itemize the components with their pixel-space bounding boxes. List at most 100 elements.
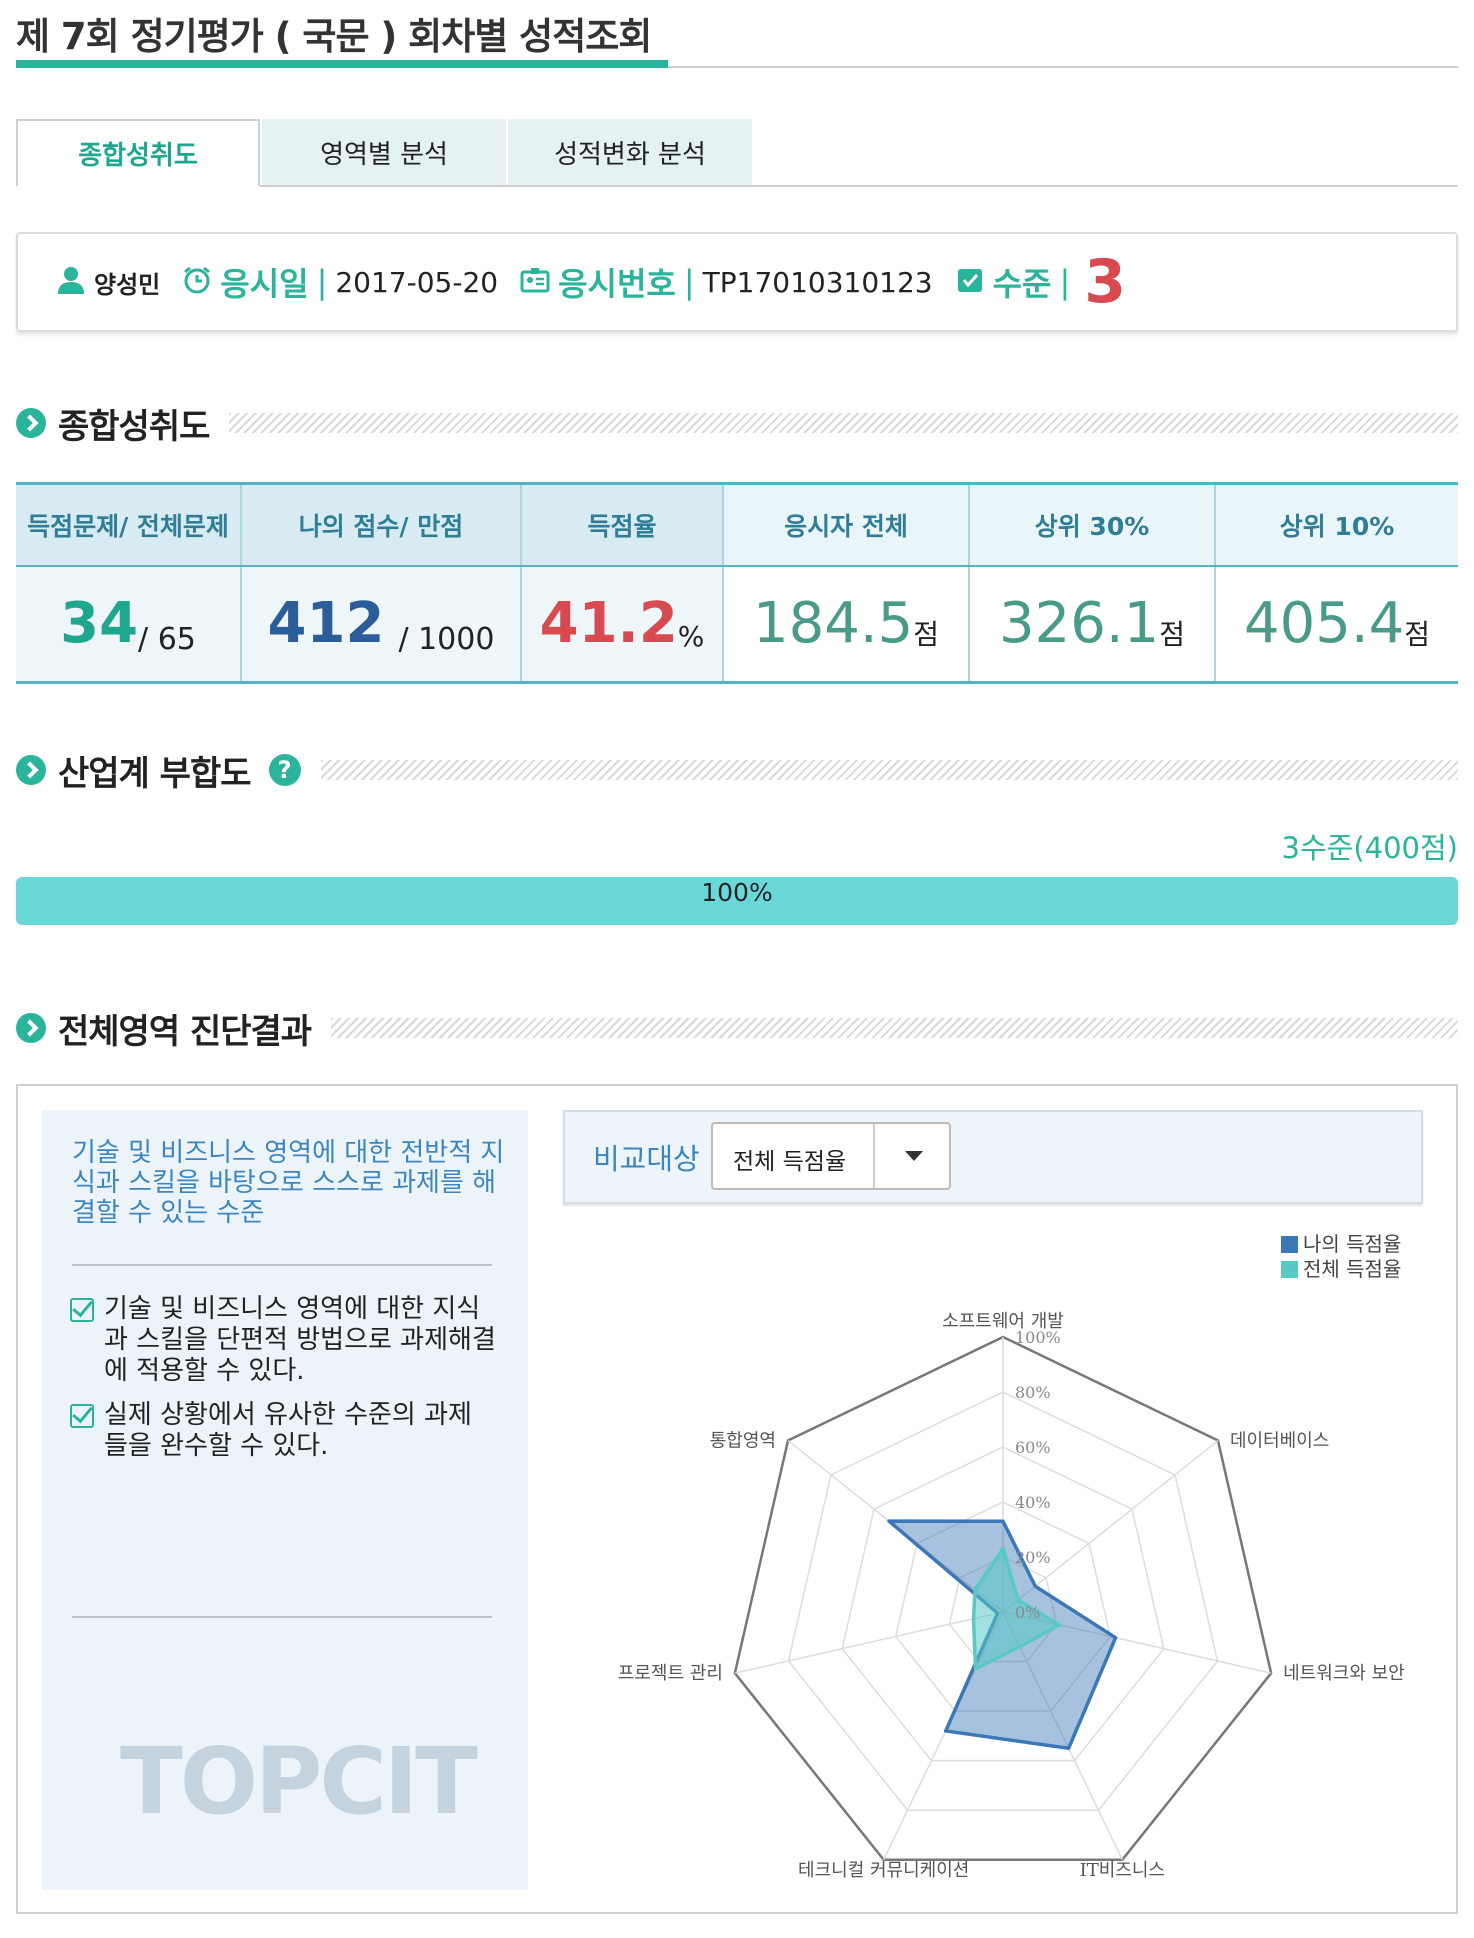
- separator: |: [316, 263, 328, 301]
- radar-spoke: [734, 1611, 1004, 1674]
- help-icon[interactable]: ?: [268, 754, 301, 786]
- cell-all-avg: 184.5 점: [722, 567, 968, 681]
- hatch-divider: [229, 413, 1458, 433]
- check-item: 기술 및 비즈니스 영역에 대한 지식과 스킬을 단편적 방법으로 과제해결에 …: [70, 1294, 500, 1387]
- cell-rate: 41.2 %: [520, 567, 722, 681]
- radar-tick-label: 60%: [1015, 1438, 1051, 1457]
- correct-count: 34: [60, 591, 139, 656]
- tab-score-change[interactable]: 성적변화 분석: [508, 119, 752, 185]
- legend-swatch: [1281, 1261, 1298, 1278]
- max-score: / 1000: [398, 622, 495, 657]
- chevron-right-icon: [16, 1013, 46, 1043]
- hatch-divider: [320, 760, 1458, 780]
- radar-axis-label: 프로젝트 관리: [618, 1663, 723, 1684]
- check-item-text: 실제 상황에서 유사한 수준의 과제 들을 완수할 수 있다.: [104, 1400, 472, 1461]
- top30-score: 326.1: [998, 591, 1160, 656]
- exam-number: TP17010310123: [702, 265, 933, 299]
- header-rate: 득점율: [520, 485, 722, 565]
- separator: |: [1059, 263, 1071, 301]
- topcit-logo: TOPCIT: [120, 1728, 478, 1835]
- section-title: 종합성취도: [58, 406, 210, 447]
- user-name: 양성민: [94, 270, 161, 299]
- section-title: 전체영역 진단결과: [58, 1011, 312, 1052]
- cell-top30: 326.1 점: [968, 567, 1214, 681]
- score-rate: 41.2: [539, 591, 678, 656]
- compare-label: 비교대상: [593, 1142, 700, 1176]
- page-title: 제 7회 정기평가 ( 국문 ) 회차별 성적조회: [16, 15, 652, 58]
- section-diagnosis-header: 전체영역 진단결과: [16, 1008, 1458, 1052]
- user-icon: [56, 265, 86, 299]
- score-table-row: 34 / 65 412 / 1000 41.2 % 184.5 점 326.1 …: [16, 565, 1458, 681]
- level-description-box: 기술 및 비즈니스 영역에 대한 전반적 지식과 스킬을 바탕으로 스스로 과제…: [42, 1110, 528, 1890]
- header-top10: 상위 10%: [1214, 485, 1458, 565]
- select-divider: [873, 1124, 875, 1188]
- exam-date: 2017-05-20: [335, 265, 499, 299]
- section-overall-header: 종합성취도: [16, 403, 1458, 447]
- alarm-clock-icon: [182, 265, 212, 299]
- level-label: 수준: [992, 265, 1052, 303]
- radar-tick-label: 0%: [1015, 1603, 1040, 1622]
- rate-unit: %: [677, 620, 705, 653]
- exam-number-label: 응시번호: [558, 265, 676, 303]
- id-card-icon: [520, 265, 550, 299]
- check-item: 실제 상황에서 유사한 수준의 과제 들을 완수할 수 있다.: [70, 1400, 500, 1462]
- chevron-down-icon[interactable]: [905, 1151, 923, 1161]
- tab-overall[interactable]: 종합성취도: [16, 119, 260, 187]
- all-average: 184.5: [752, 591, 914, 656]
- point-unit: 점: [1404, 618, 1431, 651]
- industry-level-text: 3수준(400점): [1281, 831, 1458, 865]
- top10-score: 405.4: [1243, 591, 1405, 656]
- tab-area-analysis[interactable]: 영역별 분석: [262, 119, 506, 185]
- chevron-right-icon: [16, 408, 46, 438]
- point-unit: 점: [913, 618, 940, 651]
- level-description: 기술 및 비즈니스 영역에 대한 전반적 지식과 스킬을 바탕으로 스스로 과제…: [72, 1138, 505, 1228]
- legend-label: 전체 득점율: [1303, 1257, 1401, 1281]
- check-item-text: 기술 및 비즈니스 영역에 대한 지식과 스킬을 단편적 방법으로 과제해결에 …: [104, 1294, 496, 1386]
- compare-select[interactable]: 전체 득점율: [711, 1122, 951, 1190]
- compare-bar: 비교대상 전체 득점율: [563, 1110, 1423, 1204]
- section-industry-header: 산업계 부합도 ?: [16, 750, 1458, 794]
- radar-axis-label: IT비즈니스: [1080, 1860, 1165, 1881]
- divider: [72, 1264, 492, 1266]
- title-accent: [16, 60, 668, 68]
- checkbox-checked-icon: [70, 1298, 94, 1322]
- cell-top10: 405.4 점: [1214, 567, 1458, 681]
- radar-tick-label: 20%: [1015, 1548, 1051, 1567]
- level-value: 3: [1084, 247, 1127, 317]
- my-score: 412: [267, 591, 385, 656]
- radar-axis-label: 테크니컬 커뮤니케이션: [798, 1860, 969, 1881]
- radar-axis-label: 네트워크와 보안: [1283, 1663, 1405, 1684]
- header-top30: 상위 30%: [968, 485, 1214, 565]
- radar-tick-label: 80%: [1015, 1383, 1051, 1402]
- point-unit: 점: [1159, 618, 1186, 651]
- cell-my-score: 412 / 1000: [240, 567, 520, 681]
- industry-progress-bar: 100%: [16, 877, 1458, 925]
- compare-select-value: 전체 득점율: [733, 1149, 847, 1175]
- exam-info-bar: 양성민 응시일 | 2017-05-20 응시번호 | TP1701031012…: [16, 232, 1458, 332]
- cell-correct-total: 34 / 65: [16, 567, 240, 681]
- checklist-icon: [955, 265, 985, 299]
- legend-swatch: [1281, 1236, 1298, 1253]
- exam-date-label: 응시일: [220, 265, 309, 303]
- separator: |: [683, 263, 695, 301]
- radar-tick-label: 40%: [1015, 1493, 1051, 1512]
- header-all-examinees: 응시자 전체: [722, 485, 968, 565]
- total-count: / 65: [138, 622, 196, 657]
- legend-label: 나의 득점율: [1303, 1232, 1401, 1256]
- divider: [72, 1616, 492, 1618]
- hatch-divider: [331, 1018, 1458, 1038]
- tab-bar: 종합성취도 영역별 분석 성적변화 분석: [16, 119, 1458, 187]
- radar-axis-label: 통합영역: [710, 1431, 776, 1452]
- chevron-right-icon: [16, 755, 46, 785]
- score-table: 득점문제/ 전체문제 나의 점수/ 만점 득점율 응시자 전체 상위 30% 상…: [16, 482, 1458, 684]
- progress-label: 100%: [701, 878, 773, 907]
- radar-axis-label: 데이터베이스: [1230, 1431, 1329, 1452]
- checkbox-checked-icon: [70, 1404, 94, 1428]
- header-my-score: 나의 점수/ 만점: [240, 485, 520, 565]
- radar-axis-label: 소프트웨어 개발: [942, 1311, 1064, 1332]
- diagnosis-panel: 기술 및 비즈니스 영역에 대한 전반적 지식과 스킬을 바탕으로 스스로 과제…: [16, 1084, 1458, 1914]
- score-table-header: 득점문제/ 전체문제 나의 점수/ 만점 득점율 응시자 전체 상위 30% 상…: [16, 485, 1458, 565]
- section-title: 산업계 부합도: [58, 753, 252, 794]
- header-correct-total: 득점문제/ 전체문제: [16, 485, 240, 565]
- radar-chart: 0%20%40%60%80%100%소프트웨어 개발데이터베이스네트워크와 보안…: [618, 1232, 1405, 1881]
